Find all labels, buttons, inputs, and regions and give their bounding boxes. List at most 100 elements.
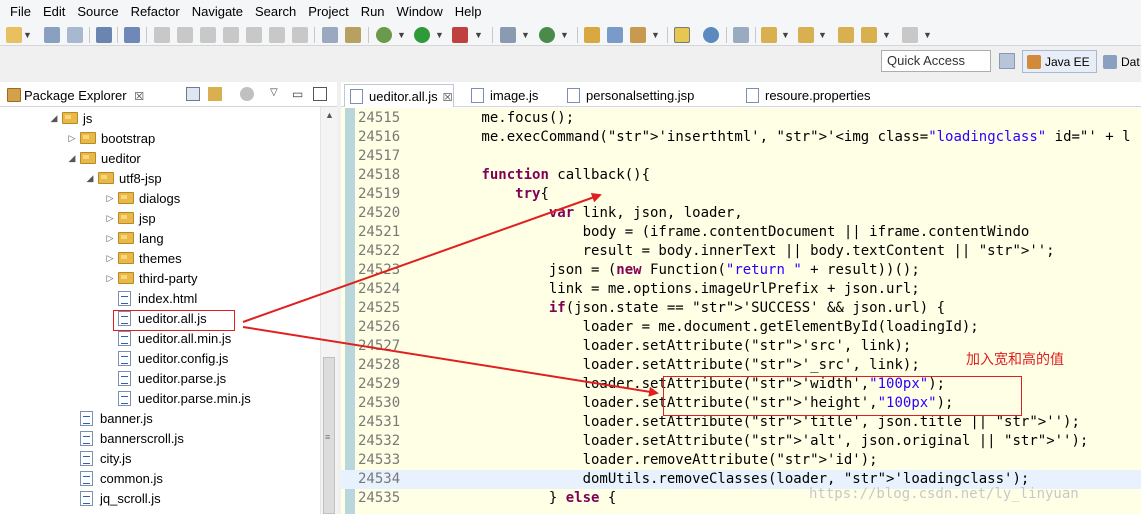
forward-icon[interactable] xyxy=(902,27,918,43)
java-ee-perspective-button[interactable]: Java EE xyxy=(1022,50,1097,73)
terminate-icon[interactable] xyxy=(200,27,216,43)
tree-item[interactable]: ◢ js xyxy=(48,108,93,128)
chevron-down-icon[interactable]: ▽ xyxy=(270,87,284,101)
tree-item[interactable]: ueditor.all.min.js xyxy=(104,328,231,348)
minimize-icon[interactable]: ▭ xyxy=(292,87,306,101)
code-line[interactable]: 24525 if(json.state == "str">'SUCCESS' &… xyxy=(341,299,1141,318)
menu-help[interactable]: Help xyxy=(449,0,488,24)
chevron-down-icon[interactable]: ▼ xyxy=(560,30,569,40)
search-icon[interactable] xyxy=(630,27,646,43)
disconnect-icon[interactable] xyxy=(223,27,239,43)
last-edit-location-icon[interactable] xyxy=(838,27,854,43)
chevron-down-icon[interactable]: ▼ xyxy=(521,30,530,40)
tree-scrollbar[interactable]: ▲ ≡ xyxy=(320,107,337,514)
tree-item[interactable]: jq_scroll.js xyxy=(66,488,161,508)
tree-item[interactable]: bannerscroll.js xyxy=(66,428,184,448)
view-menu-icon[interactable] xyxy=(240,87,254,101)
tree-item[interactable]: ueditor.config.js xyxy=(104,348,228,368)
expand-icon[interactable]: ▷ xyxy=(104,233,116,244)
code-line[interactable]: 24517 xyxy=(341,147,1141,166)
back-icon[interactable] xyxy=(861,27,877,43)
chevron-down-icon[interactable]: ▼ xyxy=(397,30,406,40)
expand-icon[interactable]: ▷ xyxy=(104,213,116,224)
menu-navigate[interactable]: Navigate xyxy=(186,0,249,24)
collapse-all-icon[interactable] xyxy=(186,87,200,101)
menu-source[interactable]: Source xyxy=(71,0,124,24)
step-into-icon[interactable] xyxy=(246,27,262,43)
pin-editor-icon[interactable] xyxy=(733,27,749,43)
menu-file[interactable]: File xyxy=(4,0,37,24)
mark-occurrences-icon[interactable] xyxy=(674,27,690,43)
tree-item[interactable]: ▷ third-party xyxy=(104,268,198,288)
package-explorer-tab[interactable]: Package Explorer ☒ xyxy=(2,84,150,107)
previous-annotation-icon[interactable] xyxy=(798,27,814,43)
menu-search[interactable]: Search xyxy=(249,0,302,24)
code-area[interactable]: 24515 me.focus(); 24516 me.execCommand("s… xyxy=(341,108,1141,514)
menu-edit[interactable]: Edit xyxy=(37,0,71,24)
tree-item[interactable]: ▷ dialogs xyxy=(104,188,181,208)
collapse-icon[interactable]: ◢ xyxy=(48,113,60,124)
collapse-icon[interactable]: ◢ xyxy=(66,153,78,164)
tree-item[interactable]: ◢ utf8-jsp xyxy=(84,168,162,188)
scroll-up-icon[interactable]: ▲ xyxy=(325,110,334,120)
run-icon[interactable] xyxy=(414,27,430,43)
tree-item[interactable]: ▷ bootstrap xyxy=(66,128,156,148)
tree-item[interactable]: ◢ ueditor xyxy=(66,148,141,168)
chevron-down-icon[interactable]: ▼ xyxy=(923,30,932,40)
print-icon[interactable] xyxy=(96,27,112,43)
drop-to-frame-icon[interactable] xyxy=(345,27,361,43)
debug-icon[interactable] xyxy=(376,27,392,43)
tree-item[interactable]: ▷ themes xyxy=(104,248,182,268)
collapse-icon[interactable]: ◢ xyxy=(84,173,96,184)
code-line[interactable]: 24532 loader.setAttribute("str">'alt', j… xyxy=(341,432,1141,451)
expand-icon[interactable]: ▷ xyxy=(104,253,116,264)
other-perspective-button[interactable]: Dat xyxy=(1100,50,1141,73)
quick-access-input[interactable]: Quick Access xyxy=(881,50,991,72)
expand-icon[interactable]: ▷ xyxy=(66,133,78,144)
suspend-icon[interactable] xyxy=(177,27,193,43)
chevron-down-icon[interactable]: ▼ xyxy=(882,30,891,40)
open-project-icon[interactable] xyxy=(584,27,600,43)
tree-item[interactable]: banner.js xyxy=(66,408,153,428)
skip-breakpoints-icon[interactable] xyxy=(124,27,140,43)
new-server-icon[interactable] xyxy=(500,27,516,43)
code-line[interactable]: 24523 json = (new Function("return " + r… xyxy=(341,261,1141,280)
editor-tab[interactable]: personalsetting.jsp xyxy=(562,84,694,107)
chevron-down-icon[interactable]: ▼ xyxy=(818,30,827,40)
code-line[interactable]: 24520 var link, json, loader, xyxy=(341,204,1141,223)
expand-icon[interactable]: ▷ xyxy=(104,273,116,284)
tree-item[interactable]: ueditor.parse.js xyxy=(104,368,226,388)
resume-icon[interactable] xyxy=(154,27,170,43)
use-step-filters-icon[interactable] xyxy=(322,27,338,43)
tree-item[interactable]: city.js xyxy=(66,448,132,468)
new-java-class-icon[interactable] xyxy=(539,27,555,43)
chevron-down-icon[interactable]: ▼ xyxy=(435,30,444,40)
step-return-icon[interactable] xyxy=(292,27,308,43)
chevron-down-icon[interactable]: ▼ xyxy=(651,30,660,40)
globe-icon[interactable] xyxy=(703,27,719,43)
tree-item[interactable]: ▷ jsp xyxy=(104,208,156,228)
code-line[interactable]: 24518 function callback(){ xyxy=(341,166,1141,185)
open-perspective-icon[interactable] xyxy=(999,53,1015,69)
menu-window[interactable]: Window xyxy=(391,0,449,24)
code-line[interactable]: 24515 me.focus(); xyxy=(341,109,1141,128)
external-tools-icon[interactable] xyxy=(452,27,468,43)
chevron-down-icon[interactable]: ▼ xyxy=(474,30,483,40)
maximize-icon[interactable] xyxy=(313,87,327,101)
link-with-editor-icon[interactable] xyxy=(208,87,222,101)
code-line[interactable]: 24521 body = (iframe.contentDocument || … xyxy=(341,223,1141,242)
save-all-icon[interactable] xyxy=(67,27,83,43)
new-icon[interactable] xyxy=(6,27,22,43)
chevron-down-icon[interactable]: ▼ xyxy=(23,30,32,40)
code-line[interactable]: 24516 me.execCommand("str">'inserthtml',… xyxy=(341,128,1141,147)
menu-run[interactable]: Run xyxy=(355,0,391,24)
close-icon[interactable]: ☒ xyxy=(443,92,453,104)
tree-item[interactable]: common.js xyxy=(66,468,163,488)
editor-tab[interactable]: image.js xyxy=(466,84,538,107)
tree-item[interactable]: index.html xyxy=(104,288,197,308)
menu-refactor[interactable]: Refactor xyxy=(125,0,186,24)
chevron-down-icon[interactable]: ▼ xyxy=(781,30,790,40)
expand-icon[interactable]: ▷ xyxy=(104,193,116,204)
menu-project[interactable]: Project xyxy=(302,0,354,24)
tree-item[interactable]: ▷ lang xyxy=(104,228,164,248)
